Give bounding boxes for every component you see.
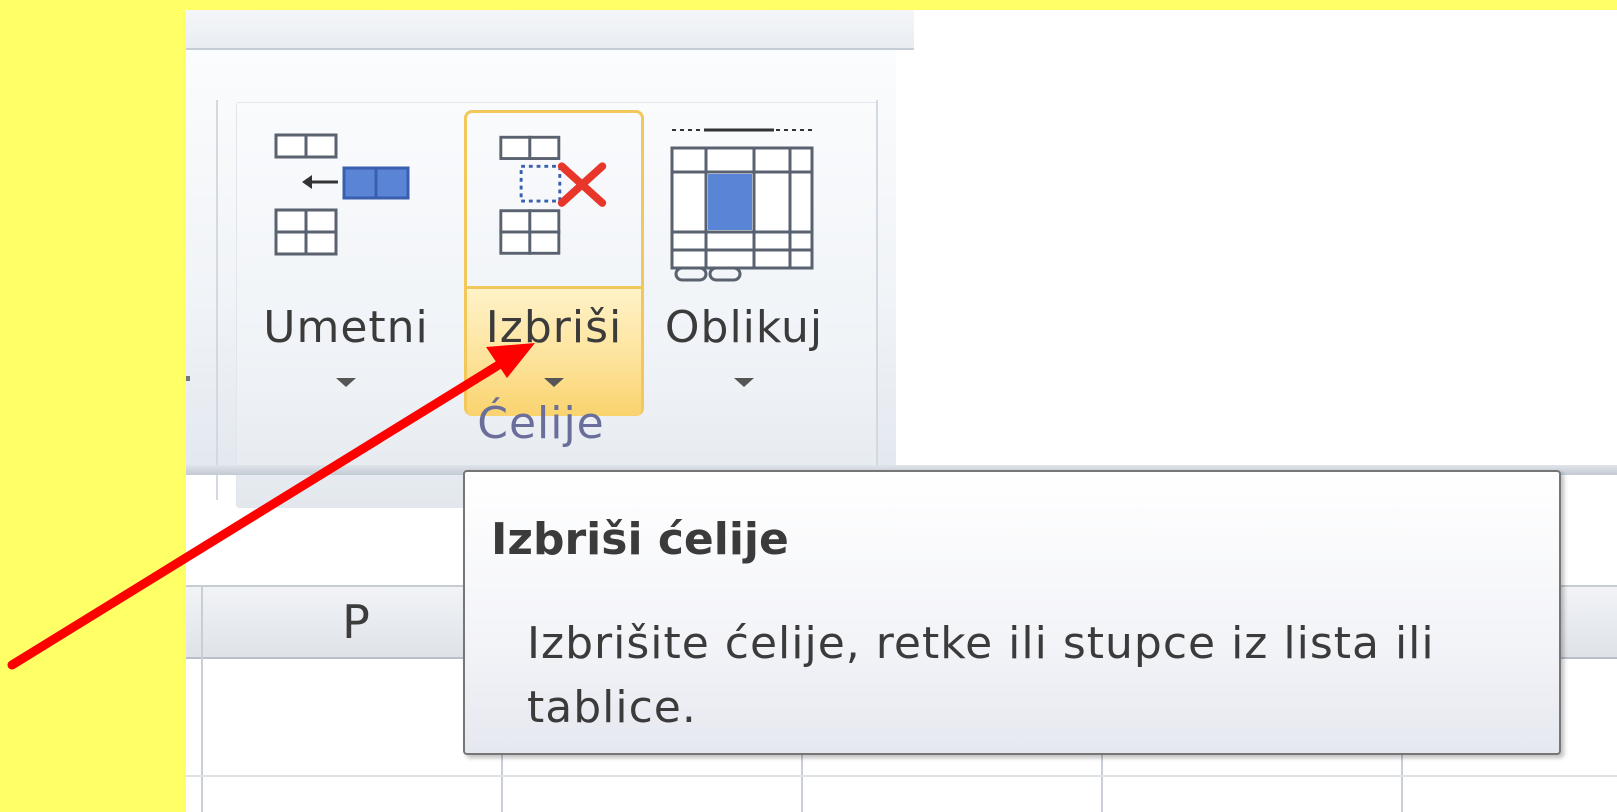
dropdown-arrow-icon[interactable] xyxy=(734,378,754,387)
grid-line xyxy=(201,585,203,812)
column-header-p[interactable]: P xyxy=(206,587,506,657)
highlight-top-strip xyxy=(0,0,1617,10)
excel-window: Umetni Izbriši Oblikuj Ćelije P Izbriši … xyxy=(186,10,1617,812)
delete-button[interactable]: Izbriši xyxy=(464,110,644,416)
tooltip-title: Izbriši ćelije xyxy=(491,514,789,565)
insert-button[interactable]: Umetni xyxy=(256,110,436,416)
group-separator xyxy=(876,100,878,500)
ribbon: Umetni Izbriši Oblikuj Ćelije xyxy=(186,50,896,508)
highlight-left-strip xyxy=(0,0,186,812)
delete-cells-icon xyxy=(499,135,607,255)
delete-button-label: Izbriši xyxy=(485,302,623,353)
format-cells-icon xyxy=(670,128,814,282)
dropdown-arrow-icon[interactable] xyxy=(336,378,356,387)
format-button[interactable]: Oblikuj xyxy=(654,110,834,416)
insert-button-label: Umetni xyxy=(263,302,429,353)
tooltip: Izbriši ćelije Izbrišite ćelije, retke i… xyxy=(463,470,1561,755)
group-label-cells: Ćelije xyxy=(477,398,605,449)
grid-line xyxy=(186,775,1617,777)
ribbon-tab-strip xyxy=(186,10,914,50)
tooltip-description: Izbrišite ćelije, retke ili stupce iz li… xyxy=(527,618,1435,733)
previous-group-edge xyxy=(186,376,190,381)
format-button-label: Oblikuj xyxy=(664,302,824,353)
insert-cells-icon xyxy=(274,133,410,256)
dropdown-arrow-icon[interactable] xyxy=(544,378,564,387)
